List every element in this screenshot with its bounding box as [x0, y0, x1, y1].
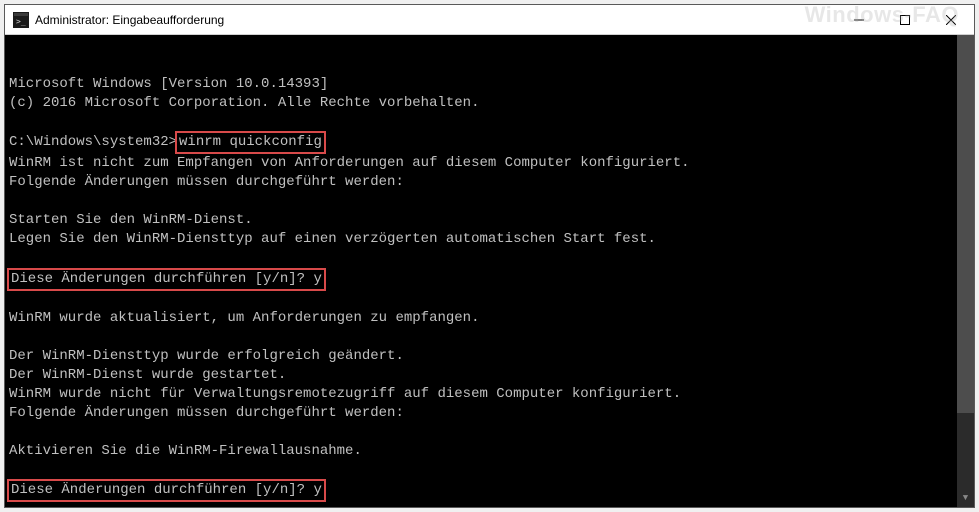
terminal-line: C:\Windows\system32>winrm quickconfig: [9, 131, 970, 154]
terminal-line: (c) 2016 Microsoft Corporation. Alle Rec…: [9, 94, 970, 113]
terminal-line: Microsoft Windows [Version 10.0.14393]: [9, 75, 970, 94]
terminal-line: [9, 192, 970, 211]
highlighted-text: Diese Änderungen durchführen [y/n]? y: [7, 268, 326, 291]
terminal-line: Der WinRM-Dienst wurde gestartet.: [9, 366, 970, 385]
terminal-line: [9, 291, 970, 310]
terminal-line: [9, 461, 970, 480]
terminal-line: Folgende Änderungen müssen durchgeführt …: [9, 173, 970, 192]
output-text: WinRM wurde aktualisiert, um Anforderung…: [9, 310, 479, 326]
command-prompt-window: >_ Administrator: Eingabeaufforderung Mi…: [4, 4, 975, 508]
maximize-button[interactable]: [882, 5, 928, 34]
output-text: WinRM wurde nicht für Verwaltungsremotez…: [9, 386, 681, 402]
highlighted-text: winrm quickconfig: [175, 131, 326, 154]
close-button[interactable]: [928, 5, 974, 34]
output-text: Aktivieren Sie die WinRM-Firewallausnahm…: [9, 443, 362, 459]
terminal-line: [9, 423, 970, 442]
terminal-line: Folgende Änderungen müssen durchgeführt …: [9, 404, 970, 423]
scrollbar-thumb[interactable]: [957, 35, 974, 413]
output-text: Der WinRM-Diensttyp wurde erfolgreich ge…: [9, 348, 404, 364]
highlighted-text: Diese Änderungen durchführen [y/n]? y: [7, 479, 326, 502]
output-text: (c) 2016 Microsoft Corporation. Alle Rec…: [9, 95, 479, 111]
scroll-down-arrow[interactable]: ▼: [957, 490, 974, 507]
terminal-line: Aktivieren Sie die WinRM-Firewallausnahm…: [9, 442, 970, 461]
window-controls: [836, 5, 974, 34]
vertical-scrollbar[interactable]: ▲ ▼: [957, 35, 974, 507]
output-text: Folgende Änderungen müssen durchgeführt …: [9, 174, 404, 190]
terminal-line: [9, 328, 970, 347]
terminal-area[interactable]: Microsoft Windows [Version 10.0.14393] (c…: [5, 35, 974, 507]
output-text: Microsoft Windows [Version 10.0.14393]: [9, 76, 328, 92]
titlebar[interactable]: >_ Administrator: Eingabeaufforderung: [5, 5, 974, 35]
output-text: Der WinRM-Dienst wurde gestartet.: [9, 367, 286, 383]
output-text: WinRM ist nicht zum Empfangen von Anford…: [9, 155, 690, 171]
output-text: Starten Sie den WinRM-Dienst.: [9, 212, 253, 228]
terminal-line: Starten Sie den WinRM-Dienst.: [9, 211, 970, 230]
output-text: Legen Sie den WinRM-Diensttyp auf einen …: [9, 231, 656, 247]
terminal-line: WinRM wurde aktualisiert, um Anforderung…: [9, 309, 970, 328]
terminal-line: Diese Änderungen durchführen [y/n]? y: [9, 268, 970, 291]
terminal-line: [9, 502, 970, 507]
terminal-line: [9, 113, 970, 132]
terminal-line: WinRM ist nicht zum Empfangen von Anford…: [9, 154, 970, 173]
cmd-icon: >_: [13, 12, 29, 28]
terminal-line: Der WinRM-Diensttyp wurde erfolgreich ge…: [9, 347, 970, 366]
prompt-text: C:\Windows\system32>: [9, 134, 177, 150]
terminal-line: Legen Sie den WinRM-Diensttyp auf einen …: [9, 230, 970, 249]
terminal-line: WinRM wurde nicht für Verwaltungsremotez…: [9, 385, 970, 404]
window-title: Administrator: Eingabeaufforderung: [35, 13, 836, 27]
terminal-line: [9, 249, 970, 268]
output-text: Folgende Änderungen müssen durchgeführt …: [9, 405, 404, 421]
terminal-line: Diese Änderungen durchführen [y/n]? y: [9, 479, 970, 502]
minimize-button[interactable]: [836, 5, 882, 34]
svg-text:>_: >_: [16, 17, 26, 26]
